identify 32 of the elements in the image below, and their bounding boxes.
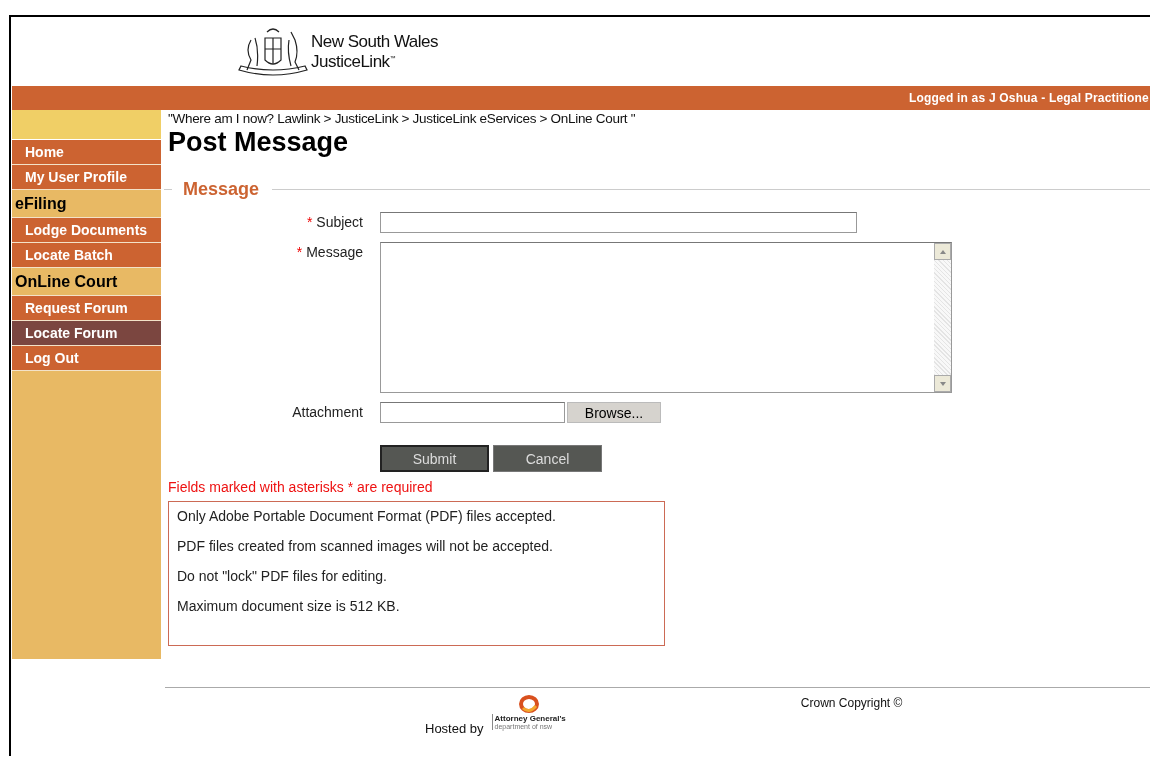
sidebar-link[interactable]: Request Forum <box>12 296 161 321</box>
scroll-up-button[interactable] <box>934 243 951 260</box>
site-subtitle: JusticeLink$^{™}$ <box>311 50 397 70</box>
note-text: Maximum document size is 512 KB. <box>177 601 401 611</box>
logged-in-text: Logged in as J Oshua - Legal Practitione <box>908 91 1149 105</box>
breadcrumb: "Where am I now? Lawlink > JusticeLink > JusticeLink eServices > OnLine Court " <box>168 111 637 126</box>
site-title: New South Wales <box>311 33 438 51</box>
sidebar-link[interactable]: Locate Forum <box>12 321 161 346</box>
sidebar-link[interactable]: Home <box>12 140 161 165</box>
sidebar-link[interactable]: Log Out <box>12 346 161 371</box>
field-label: * Message <box>295 243 363 262</box>
submit-button[interactable]: Submit <box>380 445 489 472</box>
message-field[interactable] <box>380 242 952 393</box>
copyright-text: Crown Copyright © <box>800 696 903 712</box>
field-label: Attachment <box>291 403 363 422</box>
sidebar-link[interactable]: Lodge Documents <box>12 218 161 243</box>
sidebar-link[interactable]: Locate Batch <box>12 243 161 268</box>
ring-logo-icon <box>517 694 540 714</box>
cancel-button[interactable]: Cancel <box>493 445 602 472</box>
coat-of-arms-icon <box>237 25 309 78</box>
required-note: Fields marked with asterisks * are required <box>168 479 434 495</box>
scrollbar[interactable] <box>934 243 951 392</box>
field-label: * Subject <box>305 213 363 232</box>
section-legend: Message <box>183 179 260 200</box>
page-title: Post Message <box>168 126 350 158</box>
sidebar-link[interactable]: My User Profile <box>12 165 161 190</box>
scroll-down-button[interactable] <box>934 375 951 392</box>
logo-title: Attorney General's <box>494 714 566 723</box>
subject-field[interactable] <box>380 212 857 233</box>
file-field[interactable] <box>380 402 565 423</box>
hosted-by-text: Hosted by <box>425 721 484 736</box>
browse-button[interactable]: Browse... <box>567 402 661 423</box>
